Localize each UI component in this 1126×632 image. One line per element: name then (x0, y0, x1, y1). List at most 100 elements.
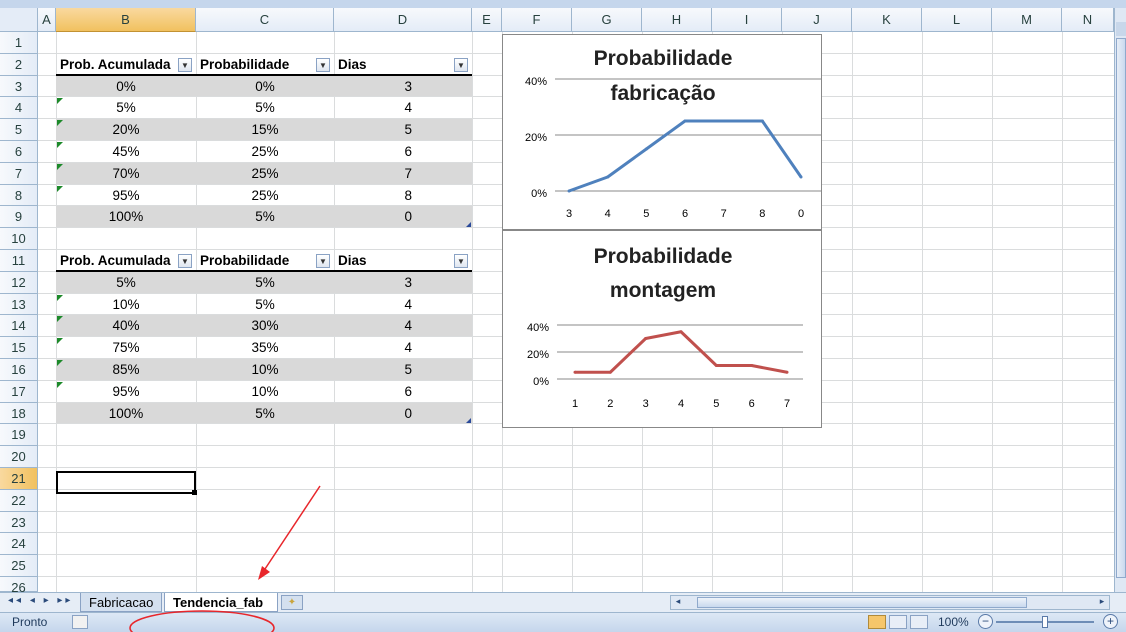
page-layout-view-icon[interactable] (889, 615, 907, 629)
zoom-in-icon[interactable]: + (1103, 614, 1118, 629)
row-header-23[interactable]: 23 (0, 511, 38, 534)
row-header-7[interactable]: 7 (0, 162, 38, 185)
table-header-cell[interactable]: Prob. Acumulada (56, 250, 196, 272)
table-cell[interactable]: 5% (196, 97, 334, 119)
column-header-d[interactable]: D (334, 8, 472, 32)
column-header-g[interactable]: G (572, 8, 642, 32)
data-point[interactable] (785, 370, 789, 374)
table-cell[interactable]: 5% (196, 272, 334, 294)
column-header-b[interactable]: B (56, 8, 196, 32)
table-cell[interactable]: 5% (196, 294, 334, 316)
row-header-26[interactable]: 26 (0, 577, 38, 595)
tab-fabricacao[interactable]: Fabricacao (80, 593, 162, 612)
table-cell[interactable]: 3 (334, 76, 472, 98)
row-header-18[interactable]: 18 (0, 402, 38, 425)
column-header-i[interactable]: I (712, 8, 782, 32)
filter-dropdown-icon[interactable]: ▼ (178, 254, 192, 268)
table-cell[interactable]: 5 (334, 119, 472, 141)
table-resize-handle-icon[interactable] (466, 222, 471, 228)
table-header-cell[interactable]: Probabilidade (196, 250, 334, 272)
table-cell[interactable]: 25% (196, 141, 334, 163)
table-cell[interactable]: 30% (196, 315, 334, 337)
filter-dropdown-icon[interactable]: ▼ (316, 254, 330, 268)
table-header-cell[interactable]: Dias (334, 250, 472, 272)
table-cell[interactable]: 25% (196, 185, 334, 207)
data-point[interactable] (679, 330, 683, 334)
row-header-24[interactable]: 24 (0, 533, 38, 556)
table-cell[interactable]: 5% (56, 272, 196, 294)
table-cell[interactable]: 5% (56, 97, 196, 119)
data-point[interactable] (567, 189, 571, 193)
row-header-17[interactable]: 17 (0, 380, 38, 403)
row-header-9[interactable]: 9 (0, 206, 38, 229)
horizontal-scrollbar[interactable]: ◂ ▸ (670, 595, 1110, 610)
table-cell[interactable]: 10% (196, 359, 334, 381)
table-cell[interactable]: 6 (334, 141, 472, 163)
row-header-4[interactable]: 4 (0, 97, 38, 120)
h-scroll-thumb[interactable] (697, 597, 1027, 608)
filter-dropdown-icon[interactable]: ▼ (454, 254, 468, 268)
table-cell[interactable]: 15% (196, 119, 334, 141)
table-cell[interactable]: 0 (334, 403, 472, 425)
row-header-15[interactable]: 15 (0, 337, 38, 359)
row-header-12[interactable]: 12 (0, 271, 38, 294)
table-cell[interactable]: 4 (334, 97, 472, 119)
tab-tendencia-fab[interactable]: Tendencia_fab (164, 593, 278, 612)
table-cell[interactable]: 4 (334, 294, 472, 316)
table-cell[interactable]: 0 (334, 206, 472, 228)
table-cell[interactable]: 4 (334, 315, 472, 337)
row-header-19[interactable]: 19 (0, 424, 38, 447)
table-header-cell[interactable]: Dias (334, 54, 472, 76)
data-point[interactable] (799, 175, 803, 179)
column-header-j[interactable]: J (782, 8, 852, 32)
column-header-c[interactable]: C (196, 8, 334, 32)
table-cell[interactable]: 100% (56, 206, 196, 228)
select-all-corner[interactable] (0, 8, 38, 32)
normal-view-icon[interactable] (868, 615, 886, 629)
vertical-scrollbar[interactable] (1114, 8, 1126, 592)
page-break-view-icon[interactable] (910, 615, 928, 629)
tab-nav-arrows-icon[interactable]: ◂◂ ◂ ▸ ▸▸ (8, 595, 78, 610)
row-header-2[interactable]: 2 (0, 53, 38, 76)
data-point[interactable] (683, 119, 687, 123)
table-cell[interactable]: 7 (334, 163, 472, 185)
scroll-left-arrow-icon[interactable]: ◂ (671, 596, 685, 609)
table-cell[interactable]: 4 (334, 337, 472, 359)
column-header-n[interactable]: N (1062, 8, 1114, 32)
chart-fabricacao[interactable]: Probabilidade fabricação 0% 20% 40% 3 4 5 6 7 8 0 (502, 34, 822, 230)
data-point[interactable] (714, 364, 718, 367)
table-header-cell[interactable]: Prob. Acumulada (56, 54, 196, 76)
data-point[interactable] (760, 119, 764, 123)
row-header-20[interactable]: 20 (0, 446, 38, 468)
table-resize-handle-icon[interactable] (466, 418, 471, 424)
column-header-l[interactable]: L (922, 8, 992, 32)
column-header-a[interactable]: A (38, 8, 56, 32)
table-header-cell[interactable]: Probabilidade (196, 54, 334, 76)
row-header-5[interactable]: 5 (0, 119, 38, 141)
table-cell[interactable]: 5% (196, 206, 334, 228)
column-header-h[interactable]: H (642, 8, 712, 32)
row-header-14[interactable]: 14 (0, 315, 38, 338)
table-cell[interactable]: 35% (196, 337, 334, 359)
table-cell[interactable]: 3 (334, 272, 472, 294)
data-point[interactable] (606, 175, 610, 179)
row-header-16[interactable]: 16 (0, 359, 38, 381)
active-cell-b21[interactable] (56, 471, 196, 494)
row-header-3[interactable]: 3 (0, 75, 38, 98)
row-header-25[interactable]: 25 (0, 555, 38, 577)
row-header-11[interactable]: 11 (0, 250, 38, 272)
row-header-22[interactable]: 22 (0, 489, 38, 512)
filter-dropdown-icon[interactable]: ▼ (178, 57, 192, 72)
column-header-k[interactable]: K (852, 8, 922, 32)
series-line[interactable] (568, 119, 803, 193)
chart-montagem[interactable]: Probabilidade montagem 0% 20% 40% 1 2 3 4 5 6 7 (502, 230, 822, 428)
zoom-level[interactable]: 100% (938, 615, 969, 629)
fill-handle[interactable] (192, 490, 197, 495)
table-cell[interactable]: 25% (196, 163, 334, 185)
data-point[interactable] (573, 370, 577, 374)
data-point[interactable] (608, 370, 612, 374)
scroll-thumb[interactable] (1116, 38, 1126, 578)
table-cell[interactable]: 0% (196, 76, 334, 98)
table-cell[interactable]: 95% (56, 381, 196, 403)
scroll-up-arrow-icon[interactable] (1116, 22, 1126, 36)
